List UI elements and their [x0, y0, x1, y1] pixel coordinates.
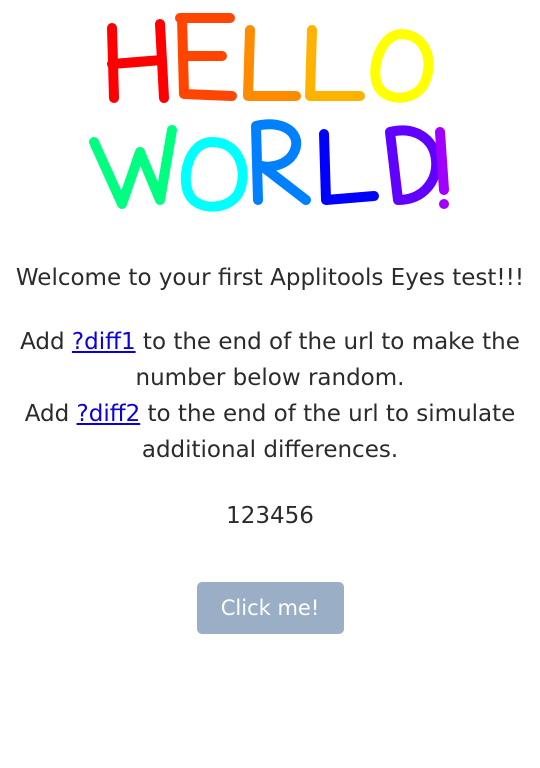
logo-letter-h	[107, 19, 169, 103]
click-me-button[interactable]: Click me!	[196, 582, 344, 634]
logo-letter-r	[251, 119, 311, 205]
logo-letter-o2	[180, 137, 248, 212]
logo-letter-l2	[305, 25, 365, 101]
instruction-prefix: Add	[24, 401, 77, 427]
instruction-prefix: Add	[20, 329, 72, 355]
logo-letter-l1	[243, 25, 301, 101]
logo-letter-w	[89, 125, 177, 209]
main-content: Welcome to your first Applitools Eyes te…	[0, 258, 540, 634]
instruction-suffix: to the end of the url to make the number…	[135, 329, 520, 391]
logo-exclamation	[435, 127, 449, 209]
random-number: 123456	[226, 503, 314, 529]
logo-letter-e	[175, 13, 237, 101]
welcome-text: Welcome to your first Applitools Eyes te…	[15, 265, 525, 291]
diff1-link[interactable]: ?diff1	[72, 329, 136, 355]
logo-letter-o1	[370, 29, 434, 103]
diff2-link[interactable]: ?diff2	[77, 401, 141, 427]
instruction-diff1: Add ?diff1 to the end of the url to make…	[0, 324, 540, 396]
hello-world-logo	[0, 0, 540, 230]
logo-letter-d	[385, 125, 442, 205]
instruction-diff2: Add ?diff2 to the end of the url to simu…	[0, 396, 540, 468]
instruction-suffix: to the end of the url to simulate additi…	[140, 401, 516, 463]
logo-letter-l3	[319, 129, 379, 205]
